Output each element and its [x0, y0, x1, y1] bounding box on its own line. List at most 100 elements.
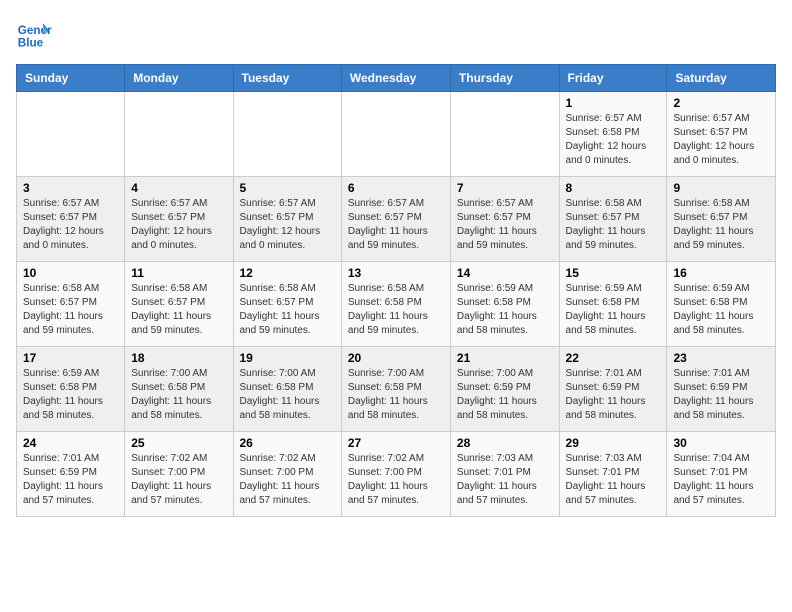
- day-info: Sunrise: 7:02 AMSunset: 7:00 PMDaylight:…: [240, 452, 335, 508]
- day-info: Sunrise: 6:57 AMSunset: 6:57 PMDaylight:…: [240, 197, 335, 253]
- calendar-cell: 17 Sunrise: 6:59 AMSunset: 6:58 PMDayligh…: [17, 347, 125, 432]
- day-info: Sunrise: 6:58 AMSunset: 6:57 PMDaylight:…: [23, 282, 118, 338]
- calendar-cell: [17, 92, 125, 177]
- day-info: Sunrise: 6:59 AMSunset: 6:58 PMDaylight:…: [673, 282, 769, 338]
- day-number: 10: [23, 266, 118, 280]
- week-row-4: 17 Sunrise: 6:59 AMSunset: 6:58 PMDayligh…: [17, 347, 776, 432]
- day-info: Sunrise: 7:02 AMSunset: 7:00 PMDaylight:…: [348, 452, 444, 508]
- calendar-cell: 12Sunrise: 6:58 AMSunset: 6:57 PMDayligh…: [233, 262, 341, 347]
- day-number: 2: [673, 96, 769, 110]
- day-number: 13: [348, 266, 444, 280]
- calendar-cell: 14Sunrise: 6:59 AMSunset: 6:58 PMDayligh…: [450, 262, 559, 347]
- day-number: 15: [566, 266, 661, 280]
- calendar-cell: 5 Sunrise: 6:57 AMSunset: 6:57 PMDaylight…: [233, 177, 341, 262]
- calendar-cell: 23 Sunrise: 7:01 AMSunset: 6:59 PMDayligh…: [667, 347, 776, 432]
- header-day-tuesday: Tuesday: [233, 65, 341, 92]
- header-day-thursday: Thursday: [450, 65, 559, 92]
- day-info: Sunrise: 7:01 AMSunset: 6:59 PMDaylight:…: [673, 367, 769, 423]
- day-info: Sunrise: 6:57 AMSunset: 6:57 PMDaylight:…: [673, 112, 769, 168]
- day-number: 1: [566, 96, 661, 110]
- calendar-cell: 21 Sunrise: 7:00 AMSunset: 6:59 PMDayligh…: [450, 347, 559, 432]
- day-number: 4: [131, 181, 226, 195]
- day-info: Sunrise: 6:58 AMSunset: 6:57 PMDaylight:…: [673, 197, 769, 253]
- header-day-sunday: Sunday: [17, 65, 125, 92]
- day-info: Sunrise: 6:59 AMSunset: 6:58 PMDaylight:…: [23, 367, 118, 423]
- page-header: General Blue: [16, 16, 776, 52]
- day-number: 29: [566, 436, 661, 450]
- calendar-cell: 10 Sunrise: 6:58 AMSunset: 6:57 PMDayligh…: [17, 262, 125, 347]
- day-number: 14: [457, 266, 553, 280]
- calendar-cell: 27 Sunrise: 7:02 AMSunset: 7:00 PMDayligh…: [341, 432, 450, 517]
- logo-icon: General Blue: [16, 16, 52, 52]
- day-number: 19: [240, 351, 335, 365]
- day-info: Sunrise: 6:57 AMSunset: 6:57 PMDaylight:…: [23, 197, 118, 253]
- svg-text:Blue: Blue: [18, 37, 44, 50]
- calendar-cell: 29Sunrise: 7:03 AMSunset: 7:01 PMDayligh…: [559, 432, 667, 517]
- calendar-cell: 16Sunrise: 6:59 AMSunset: 6:58 PMDayligh…: [667, 262, 776, 347]
- calendar-cell: 20Sunrise: 7:00 AMSunset: 6:58 PMDayligh…: [341, 347, 450, 432]
- day-number: 27: [348, 436, 444, 450]
- day-number: 24: [23, 436, 118, 450]
- day-info: Sunrise: 6:57 AMSunset: 6:57 PMDaylight:…: [348, 197, 444, 253]
- calendar-cell: [341, 92, 450, 177]
- day-info: Sunrise: 6:59 AMSunset: 6:58 PMDaylight:…: [566, 282, 661, 338]
- day-info: Sunrise: 6:58 AMSunset: 6:57 PMDaylight:…: [566, 197, 661, 253]
- day-number: 6: [348, 181, 444, 195]
- calendar-cell: 22Sunrise: 7:01 AMSunset: 6:59 PMDayligh…: [559, 347, 667, 432]
- calendar-table: SundayMondayTuesdayWednesdayThursdayFrid…: [16, 64, 776, 517]
- calendar-cell: 4 Sunrise: 6:57 AMSunset: 6:57 PMDaylight…: [125, 177, 233, 262]
- day-number: 3: [23, 181, 118, 195]
- header-day-wednesday: Wednesday: [341, 65, 450, 92]
- calendar-header-row: SundayMondayTuesdayWednesdayThursdayFrid…: [17, 65, 776, 92]
- calendar-cell: [450, 92, 559, 177]
- day-number: 28: [457, 436, 553, 450]
- day-number: 18: [131, 351, 226, 365]
- logo: General Blue: [16, 16, 52, 52]
- calendar-cell: 1 Sunrise: 6:57 AMSunset: 6:58 PMDaylight…: [559, 92, 667, 177]
- calendar-cell: 26 Sunrise: 7:02 AMSunset: 7:00 PMDayligh…: [233, 432, 341, 517]
- week-row-1: 1 Sunrise: 6:57 AMSunset: 6:58 PMDaylight…: [17, 92, 776, 177]
- day-info: Sunrise: 7:02 AMSunset: 7:00 PMDaylight:…: [131, 452, 226, 508]
- day-info: Sunrise: 7:03 AMSunset: 7:01 PMDaylight:…: [457, 452, 553, 508]
- day-info: Sunrise: 7:00 AMSunset: 6:59 PMDaylight:…: [457, 367, 553, 423]
- calendar-cell: 13Sunrise: 6:58 AMSunset: 6:58 PMDayligh…: [341, 262, 450, 347]
- day-info: Sunrise: 6:57 AMSunset: 6:57 PMDaylight:…: [457, 197, 553, 253]
- calendar-cell: 11 Sunrise: 6:58 AMSunset: 6:57 PMDayligh…: [125, 262, 233, 347]
- day-number: 26: [240, 436, 335, 450]
- day-number: 17: [23, 351, 118, 365]
- day-number: 11: [131, 266, 226, 280]
- week-row-5: 24 Sunrise: 7:01 AMSunset: 6:59 PMDayligh…: [17, 432, 776, 517]
- day-number: 20: [348, 351, 444, 365]
- calendar-cell: 24 Sunrise: 7:01 AMSunset: 6:59 PMDayligh…: [17, 432, 125, 517]
- day-info: Sunrise: 6:57 AMSunset: 6:58 PMDaylight:…: [566, 112, 661, 168]
- day-number: 21: [457, 351, 553, 365]
- calendar-cell: 2 Sunrise: 6:57 AMSunset: 6:57 PMDaylight…: [667, 92, 776, 177]
- calendar-cell: 7Sunrise: 6:57 AMSunset: 6:57 PMDaylight…: [450, 177, 559, 262]
- day-info: Sunrise: 7:01 AMSunset: 6:59 PMDaylight:…: [566, 367, 661, 423]
- week-row-2: 3 Sunrise: 6:57 AMSunset: 6:57 PMDaylight…: [17, 177, 776, 262]
- calendar-cell: [125, 92, 233, 177]
- day-number: 30: [673, 436, 769, 450]
- day-number: 9: [673, 181, 769, 195]
- calendar-cell: 25 Sunrise: 7:02 AMSunset: 7:00 PMDayligh…: [125, 432, 233, 517]
- calendar-cell: 3 Sunrise: 6:57 AMSunset: 6:57 PMDaylight…: [17, 177, 125, 262]
- day-info: Sunrise: 6:58 AMSunset: 6:57 PMDaylight:…: [131, 282, 226, 338]
- day-info: Sunrise: 7:01 AMSunset: 6:59 PMDaylight:…: [23, 452, 118, 508]
- calendar-cell: 8Sunrise: 6:58 AMSunset: 6:57 PMDaylight…: [559, 177, 667, 262]
- day-number: 25: [131, 436, 226, 450]
- day-info: Sunrise: 7:00 AMSunset: 6:58 PMDaylight:…: [240, 367, 335, 423]
- day-number: 5: [240, 181, 335, 195]
- calendar-cell: 28 Sunrise: 7:03 AMSunset: 7:01 PMDayligh…: [450, 432, 559, 517]
- day-info: Sunrise: 6:57 AMSunset: 6:57 PMDaylight:…: [131, 197, 226, 253]
- calendar-cell: 18 Sunrise: 7:00 AMSunset: 6:58 PMDayligh…: [125, 347, 233, 432]
- header-day-friday: Friday: [559, 65, 667, 92]
- day-number: 23: [673, 351, 769, 365]
- calendar-cell: 30Sunrise: 7:04 AMSunset: 7:01 PMDayligh…: [667, 432, 776, 517]
- week-row-3: 10 Sunrise: 6:58 AMSunset: 6:57 PMDayligh…: [17, 262, 776, 347]
- calendar-cell: [233, 92, 341, 177]
- calendar-cell: 6 Sunrise: 6:57 AMSunset: 6:57 PMDaylight…: [341, 177, 450, 262]
- calendar-cell: 19 Sunrise: 7:00 AMSunset: 6:58 PMDayligh…: [233, 347, 341, 432]
- header-day-saturday: Saturday: [667, 65, 776, 92]
- day-info: Sunrise: 7:00 AMSunset: 6:58 PMDaylight:…: [131, 367, 226, 423]
- calendar-cell: 15 Sunrise: 6:59 AMSunset: 6:58 PMDayligh…: [559, 262, 667, 347]
